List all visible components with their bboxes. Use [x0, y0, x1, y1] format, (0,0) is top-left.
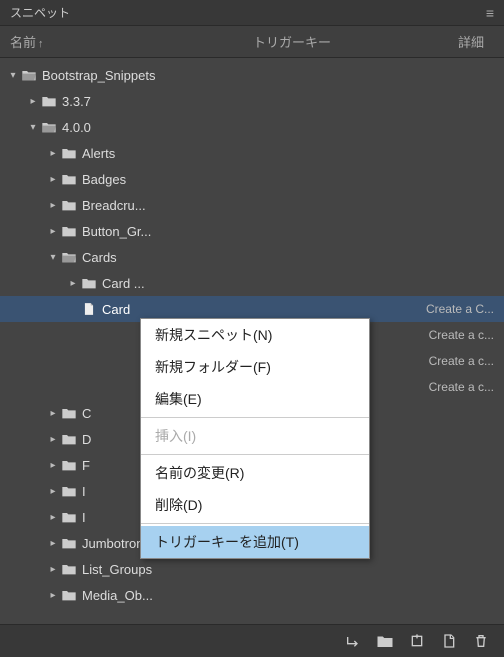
- menu-item-add-trigger[interactable]: トリガーキーを追加(T): [141, 526, 369, 558]
- folder-icon: [60, 510, 78, 524]
- folder-icon: [60, 536, 78, 550]
- tree-row-root[interactable]: ▾ Bootstrap_Snippets: [0, 62, 504, 88]
- menu-separator: [141, 417, 369, 418]
- column-header-name[interactable]: 名前↑: [10, 32, 190, 51]
- menu-separator: [141, 523, 369, 524]
- folder-icon: [60, 588, 78, 602]
- folder-open-icon: [20, 68, 38, 82]
- detail-text: Create a c...: [429, 380, 504, 394]
- tree-row-listgroups[interactable]: ▸ List_Groups: [0, 556, 504, 582]
- folder-icon: [80, 276, 98, 290]
- folder-icon: [60, 562, 78, 576]
- chevron-right-icon[interactable]: ▸: [66, 278, 80, 289]
- insert-icon[interactable]: [344, 633, 362, 649]
- chevron-right-icon[interactable]: ▸: [46, 200, 60, 211]
- chevron-right-icon[interactable]: ▸: [46, 460, 60, 471]
- menu-item-edit[interactable]: 編集(E): [141, 383, 369, 415]
- folder-icon: [60, 146, 78, 160]
- add-snippet-icon[interactable]: [408, 633, 426, 649]
- detail-text: Create a c...: [429, 354, 504, 368]
- chevron-down-icon[interactable]: ▾: [26, 122, 40, 133]
- folder-icon: [60, 458, 78, 472]
- column-header-detail[interactable]: 詳細: [394, 32, 494, 51]
- tree-row-337[interactable]: ▸ 3.3.7: [0, 88, 504, 114]
- bottom-toolbar: [0, 624, 504, 657]
- tree-row-badges[interactable]: ▸ Badges: [0, 166, 504, 192]
- trash-icon[interactable]: [472, 633, 490, 649]
- panel-title: スニペット: [10, 4, 70, 21]
- folder-open-icon: [40, 120, 58, 134]
- panel-menu-icon[interactable]: ≡: [486, 5, 494, 21]
- folder-icon: [40, 94, 58, 108]
- chevron-right-icon[interactable]: ▸: [46, 434, 60, 445]
- chevron-right-icon[interactable]: ▸: [46, 408, 60, 419]
- folder-icon: [60, 484, 78, 498]
- folder-icon: [60, 172, 78, 186]
- menu-item-delete[interactable]: 削除(D): [141, 489, 369, 521]
- context-menu: 新規スニペット(N) 新規フォルダー(F) 編集(E) 挿入(I) 名前の変更(…: [140, 318, 370, 559]
- chevron-right-icon[interactable]: ▸: [46, 486, 60, 497]
- menu-item-insert: 挿入(I): [141, 420, 369, 452]
- menu-item-rename[interactable]: 名前の変更(R): [141, 457, 369, 489]
- folder-icon: [60, 406, 78, 420]
- new-file-icon[interactable]: [440, 633, 458, 649]
- tree-row-breadcrumbs[interactable]: ▸ Breadcru...: [0, 192, 504, 218]
- chevron-right-icon[interactable]: ▸: [46, 226, 60, 237]
- menu-separator: [141, 454, 369, 455]
- column-header-row: 名前↑ トリガーキー 詳細: [0, 26, 504, 58]
- tree-row-cards[interactable]: ▾ Cards: [0, 244, 504, 270]
- menu-item-new-snippet[interactable]: 新規スニペット(N): [141, 319, 369, 351]
- chevron-right-icon[interactable]: ▸: [26, 96, 40, 107]
- folder-icon: [60, 224, 78, 238]
- tree-row-mediaob[interactable]: ▸ Media_Ob...: [0, 582, 504, 608]
- chevron-right-icon[interactable]: ▸: [46, 590, 60, 601]
- panel-title-bar: スニペット ≡: [0, 0, 504, 26]
- tree-row-alerts[interactable]: ▸ Alerts: [0, 140, 504, 166]
- column-header-trigger[interactable]: トリガーキー: [190, 32, 394, 51]
- tree-row-buttongroups[interactable]: ▸ Button_Gr...: [0, 218, 504, 244]
- folder-icon: [60, 198, 78, 212]
- new-folder-icon[interactable]: [376, 633, 394, 649]
- tree-row-400[interactable]: ▾ 4.0.0: [0, 114, 504, 140]
- chevron-down-icon[interactable]: ▾: [6, 70, 20, 81]
- chevron-right-icon[interactable]: ▸: [46, 148, 60, 159]
- detail-text: Create a C...: [426, 302, 504, 316]
- menu-item-new-folder[interactable]: 新規フォルダー(F): [141, 351, 369, 383]
- folder-icon: [60, 432, 78, 446]
- sort-asc-icon: ↑: [38, 38, 44, 50]
- chevron-right-icon[interactable]: ▸: [46, 512, 60, 523]
- folder-open-icon: [60, 250, 78, 264]
- snippet-file-icon: [80, 302, 98, 316]
- tree-row-card-folder[interactable]: ▸ Card ...: [0, 270, 504, 296]
- chevron-right-icon[interactable]: ▸: [46, 564, 60, 575]
- detail-text: Create a c...: [429, 328, 504, 342]
- chevron-right-icon[interactable]: ▸: [46, 174, 60, 185]
- chevron-down-icon[interactable]: ▾: [46, 252, 60, 263]
- chevron-right-icon[interactable]: ▸: [46, 538, 60, 549]
